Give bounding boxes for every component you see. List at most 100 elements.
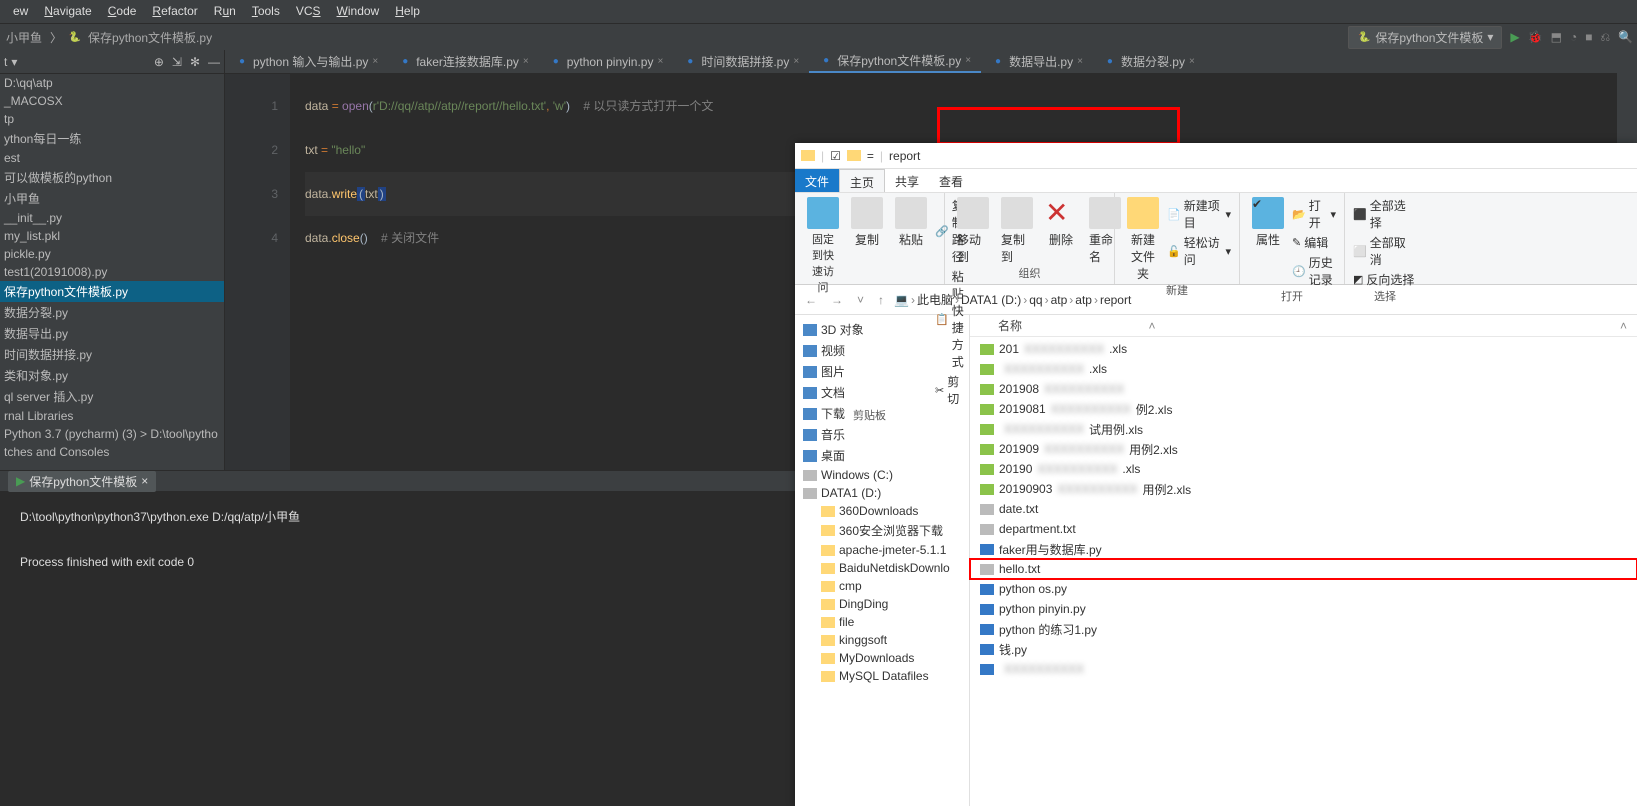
nav-item[interactable]: 360安全浏览器下载	[795, 520, 969, 541]
debug-icon[interactable]: 🐞	[1528, 30, 1543, 44]
file-item[interactable]: python 的练习1.py	[970, 619, 1637, 639]
collapse-icon[interactable]: ⇲	[172, 55, 182, 69]
profile-icon[interactable]: ◔	[1570, 30, 1577, 44]
menu-item[interactable]: Code	[100, 0, 145, 23]
menu-home[interactable]: 主页	[839, 169, 885, 192]
menu-share[interactable]: 共享	[885, 169, 929, 192]
nav-item[interactable]: 下载	[795, 403, 969, 424]
tree-item[interactable]: my_list.pkl	[0, 227, 224, 245]
paste-icon[interactable]	[895, 197, 927, 229]
file-item[interactable]: python os.py	[970, 579, 1637, 599]
file-item[interactable]: 20190XXXXXXXXXX.xls	[970, 459, 1637, 479]
stop-icon[interactable]: ■	[1585, 30, 1592, 44]
nav-item[interactable]: 桌面	[795, 445, 969, 466]
easy-access[interactable]: 🔓 轻松访问 ▾	[1167, 234, 1231, 268]
back-icon[interactable]: ←	[801, 293, 821, 307]
nav-item[interactable]: 视频	[795, 340, 969, 361]
nav-item[interactable]: apache-jmeter-5.1.1	[795, 541, 969, 559]
run-configuration[interactable]: 🐍 保存python文件模板 ▾	[1348, 26, 1502, 49]
explorer-titlebar[interactable]: | ☑ =| report	[795, 143, 1637, 169]
new-item[interactable]: 📄 新建项目 ▾	[1167, 197, 1231, 231]
tree-item[interactable]: 类和对象.py	[0, 365, 224, 386]
explorer-file-list[interactable]: ˄ 名称˄ 201XXXXXXXXXX.xlsXXXXXXXXXX.xls201…	[970, 315, 1637, 806]
history[interactable]: 🕘 历史记录	[1292, 254, 1336, 288]
nav-item[interactable]: 音乐	[795, 424, 969, 445]
breadcrumb-item[interactable]: 小甲鱼	[4, 29, 44, 46]
properties-icon[interactable]: ✔	[1252, 197, 1284, 229]
file-item[interactable]: 2019081XXXXXXXXXX例2.xls	[970, 399, 1637, 419]
tree-item[interactable]: 数据分裂.py	[0, 302, 224, 323]
editor-tab[interactable]: ●数据导出.py×	[981, 50, 1093, 73]
coverage-icon[interactable]: ⬒	[1551, 30, 1562, 44]
git-icon[interactable]: ⎌	[1600, 30, 1610, 45]
menu-item[interactable]: Tools	[244, 0, 288, 23]
up-icon[interactable]: ↑	[874, 293, 888, 307]
tree-item[interactable]: pickle.py	[0, 245, 224, 263]
file-item[interactable]: 201908XXXXXXXXXX	[970, 379, 1637, 399]
tree-item[interactable]: 小甲鱼	[0, 188, 224, 209]
menu-item[interactable]: Run	[206, 0, 244, 23]
console-tab[interactable]: ▶ 保存python文件模板 ×	[8, 471, 156, 492]
tree-item[interactable]: test1(20191008).py	[0, 263, 224, 281]
copyto-icon[interactable]	[1001, 197, 1033, 229]
editor-tab[interactable]: ●python 输入与输出.py×	[225, 50, 388, 73]
file-item[interactable]: department.txt	[970, 519, 1637, 539]
tree-item[interactable]: 可以做模板的python	[0, 167, 224, 188]
hide-icon[interactable]: —	[208, 55, 220, 69]
delete-icon[interactable]: ✕	[1045, 197, 1077, 229]
nav-item[interactable]: BaiduNetdiskDownlo	[795, 559, 969, 577]
nav-item[interactable]: DingDing	[795, 595, 969, 613]
tree-item[interactable]: ython每日一练	[0, 128, 224, 149]
nav-item[interactable]: Windows (C:)	[795, 466, 969, 484]
nav-item[interactable]: MySQL Datafiles	[795, 667, 969, 685]
explorer-nav-tree[interactable]: 3D 对象视频图片文档下载音乐桌面Windows (C:)DATA1 (D:)3…	[795, 315, 970, 806]
tree-item[interactable]: rnal Libraries	[0, 407, 224, 425]
gear-icon[interactable]: ✻	[190, 55, 200, 69]
tree-item[interactable]: 保存python文件模板.py	[0, 281, 224, 302]
invert-select[interactable]: ◩ 反向选择	[1353, 271, 1417, 288]
file-item[interactable]: XXXXXXXXXX试用例.xls	[970, 419, 1637, 439]
menu-item[interactable]: Window	[329, 0, 388, 23]
menu-item[interactable]: Refactor	[144, 0, 205, 23]
copy-icon[interactable]	[851, 197, 883, 229]
run-icon[interactable]: ▶	[1510, 30, 1519, 44]
file-item[interactable]: date.txt	[970, 499, 1637, 519]
file-item[interactable]: hello.txt	[970, 559, 1637, 579]
search-icon[interactable]: 🔍	[1618, 30, 1633, 44]
newfolder-icon[interactable]	[1127, 197, 1159, 229]
tree-item[interactable]: 数据导出.py	[0, 323, 224, 344]
nav-item[interactable]: DATA1 (D:)	[795, 484, 969, 502]
open-item[interactable]: 📂 打开 ▾	[1292, 197, 1336, 231]
tree-item[interactable]: ql server 插入.py	[0, 386, 224, 407]
menu-item[interactable]: VCS	[288, 0, 329, 23]
file-item[interactable]: 201909XXXXXXXXXX用例2.xls	[970, 439, 1637, 459]
locate-icon[interactable]: ⊕	[154, 55, 164, 69]
forward-icon[interactable]: →	[827, 293, 847, 307]
file-item[interactable]: 钱.py	[970, 639, 1637, 659]
nav-item[interactable]: MyDownloads	[795, 649, 969, 667]
tree-item[interactable]: __init__.py	[0, 209, 224, 227]
file-item[interactable]: XXXXXXXXXX.xls	[970, 359, 1637, 379]
tree-item[interactable]: est	[0, 149, 224, 167]
tree-item[interactable]: tches and Consoles	[0, 443, 224, 461]
file-item[interactable]: 201XXXXXXXXXX.xls	[970, 339, 1637, 359]
select-all[interactable]: ⬛ 全部选择	[1353, 197, 1417, 231]
nav-item[interactable]: cmp	[795, 577, 969, 595]
nav-item[interactable]: 360Downloads	[795, 502, 969, 520]
nav-item[interactable]: kinggsoft	[795, 631, 969, 649]
nav-item[interactable]: file	[795, 613, 969, 631]
editor-tab[interactable]: ●数据分裂.py×	[1093, 50, 1205, 73]
file-item[interactable]: faker用与数据库.py	[970, 539, 1637, 559]
editor-tab[interactable]: ●保存python文件模板.py×	[809, 50, 981, 73]
editor-tab[interactable]: ●python pinyin.py×	[539, 50, 674, 73]
select-none[interactable]: ⬜ 全部取消	[1353, 234, 1417, 268]
tree-item[interactable]: tp	[0, 110, 224, 128]
nav-item[interactable]: 文档	[795, 382, 969, 403]
file-item[interactable]: 20190903XXXXXXXXXX用例2.xls	[970, 479, 1637, 499]
nav-item[interactable]: 3D 对象	[795, 319, 969, 340]
file-item[interactable]: XXXXXXXXXX	[970, 659, 1637, 679]
quick-check-icon[interactable]: ☑	[830, 149, 841, 163]
menu-item[interactable]: Navigate	[36, 0, 99, 23]
editor-tab[interactable]: ●faker连接数据库.py×	[388, 50, 539, 73]
tree-item[interactable]: Python 3.7 (pycharm) (3) > D:\tool\pytho	[0, 425, 224, 443]
